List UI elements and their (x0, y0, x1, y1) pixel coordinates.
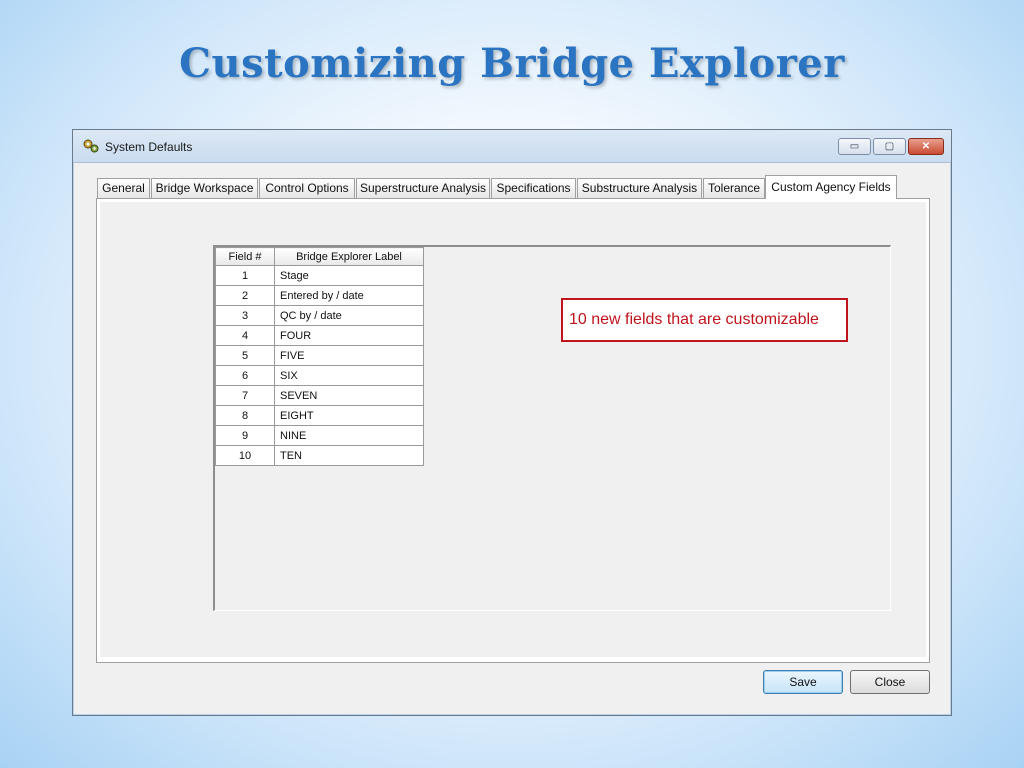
table-row[interactable]: 4 FOUR (215, 325, 424, 346)
callout-annotation: 10 new fields that are customizable (561, 298, 848, 342)
label-cell[interactable]: NINE (274, 425, 424, 446)
label-cell[interactable]: Stage (274, 265, 424, 286)
field-number-cell: 10 (215, 445, 275, 466)
table-row[interactable]: 3 QC by / date (215, 305, 424, 326)
table-row[interactable]: 9 NINE (215, 425, 424, 446)
column-header-field-number[interactable]: Field # (215, 247, 275, 266)
label-cell[interactable]: EIGHT (274, 405, 424, 426)
label-cell[interactable]: Entered by / date (274, 285, 424, 306)
column-header-label[interactable]: Bridge Explorer Label (274, 247, 424, 266)
table-row[interactable]: 5 FIVE (215, 345, 424, 366)
tab-custom-agency-fields[interactable]: Custom Agency Fields (765, 175, 897, 199)
table-row[interactable]: 1 Stage (215, 265, 424, 286)
label-cell[interactable]: FOUR (274, 325, 424, 346)
field-number-cell: 3 (215, 305, 275, 326)
custom-fields-table: Field # Bridge Explorer Label 1 Stage 2 En… (215, 247, 424, 466)
tab-panel: Field # Bridge Explorer Label 1 Stage 2 En… (96, 198, 930, 663)
label-cell[interactable]: SEVEN (274, 385, 424, 406)
tab-superstructure-analysis[interactable]: Superstructure Analysis (356, 178, 490, 198)
tab-general[interactable]: General (97, 178, 150, 198)
tab-tolerance[interactable]: Tolerance (703, 178, 765, 198)
table-row[interactable]: 8 EIGHT (215, 405, 424, 426)
panel-content: Field # Bridge Explorer Label 1 Stage 2 En… (100, 202, 926, 657)
close-window-button[interactable]: ✕ (908, 138, 944, 155)
window-title: System Defaults (105, 140, 193, 154)
maximize-button[interactable]: ▢ (873, 138, 906, 155)
label-cell[interactable]: TEN (274, 445, 424, 466)
title-bar[interactable]: System Defaults ▭ ▢ ✕ (73, 130, 951, 163)
minimize-button[interactable]: ▭ (838, 138, 871, 155)
table-row[interactable]: 2 Entered by / date (215, 285, 424, 306)
label-cell[interactable]: QC by / date (274, 305, 424, 326)
tab-substructure-analysis[interactable]: Substructure Analysis (577, 178, 702, 198)
field-number-cell: 9 (215, 425, 275, 446)
label-cell[interactable]: FIVE (274, 345, 424, 366)
tab-control-options[interactable]: Control Options (259, 178, 355, 198)
field-number-cell: 4 (215, 325, 275, 346)
field-number-cell: 6 (215, 365, 275, 386)
label-cell[interactable]: SIX (274, 365, 424, 386)
tab-bridge-workspace[interactable]: Bridge Workspace (151, 178, 258, 198)
gears-icon (83, 139, 99, 153)
field-number-cell: 5 (215, 345, 275, 366)
save-button[interactable]: Save (763, 670, 843, 694)
field-number-cell: 2 (215, 285, 275, 306)
slide-title: Customizing Bridge Explorer (179, 40, 845, 87)
table-row[interactable]: 10 TEN (215, 445, 424, 466)
field-number-cell: 7 (215, 385, 275, 406)
close-button[interactable]: Close (850, 670, 930, 694)
table-row[interactable]: 7 SEVEN (215, 385, 424, 406)
field-number-cell: 1 (215, 265, 275, 286)
field-number-cell: 8 (215, 405, 275, 426)
tab-specifications[interactable]: Specifications (491, 178, 576, 198)
system-defaults-window: System Defaults ▭ ▢ ✕ General Bridge Wor… (72, 129, 952, 716)
table-row[interactable]: 6 SIX (215, 365, 424, 386)
